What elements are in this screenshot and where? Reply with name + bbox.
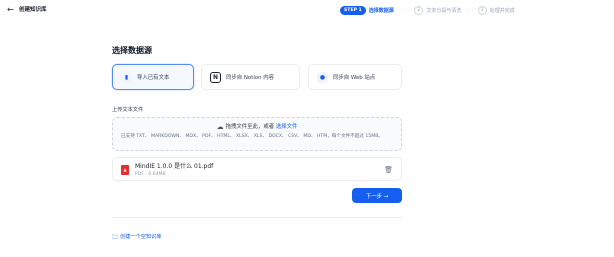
step-3-label: 处理并完成 (489, 7, 515, 14)
notion-icon: N (210, 71, 221, 83)
step-2-number: 2 (414, 5, 424, 15)
cloud-upload-icon: ☁ (216, 123, 224, 131)
step-divider: ···· (465, 7, 474, 13)
file-meta: PDF · 0.64MB (135, 172, 166, 177)
create-empty-knowledge-link[interactable]: 🗀 创建一个空知识库 (112, 233, 162, 242)
step-3-number: 3 (477, 5, 487, 15)
file-name: MindIE 1.0.0 是什么 01.pdf (135, 163, 214, 170)
source-label: 导入已有文本 (137, 75, 170, 81)
select-file-link[interactable]: 选择文件 (276, 124, 298, 130)
page-title: 创建知识库 (19, 7, 47, 13)
source-label: 同步自 Notion 内容 (226, 75, 275, 81)
step-2-label: 文本分段与清洗 (426, 7, 462, 14)
step-1-label: 选择数据源 (368, 7, 394, 14)
source-label: 同步自 Web 站点 (333, 75, 376, 81)
dropzone-prompt: ☁ 拖拽文件至此，或者 选择文件 (113, 123, 401, 131)
supported-formats-hint: 已支持 TXT、 MARKDOWN、 MDX、 PDF、 HTML、 XLSX、… (121, 134, 383, 139)
step-1-badge: STEP 1 (340, 5, 366, 15)
source-import-text[interactable]: ▮ 导入已有文本 (112, 64, 194, 90)
divider (112, 217, 402, 218)
source-notion[interactable]: N 同步自 Notion 内容 (201, 64, 300, 90)
file-dropzone[interactable]: ☁ 拖拽文件至此，或者 选择文件 已支持 TXT、 MARKDOWN、 MDX、 … (112, 117, 402, 151)
arrow-left-icon[interactable]: ← (7, 5, 17, 15)
top-bar: ← 创建知识库 STEP 1 选择数据源 ······ 2 文本分段与清洗 ··… (0, 0, 614, 22)
web-icon: ● (317, 71, 328, 83)
document-icon: ▮ (121, 71, 132, 83)
upload-label: 上传文本文件 (112, 107, 144, 113)
step-indicator: STEP 1 选择数据源 ······ 2 文本分段与清洗 ···· 3 处理并… (340, 5, 515, 15)
uploaded-file-card[interactable]: ▲ MindIE 1.0.0 是什么 01.pdf PDF · 0.64MB 🗑 (112, 157, 402, 181)
next-step-button[interactable]: 下一步 → (352, 188, 402, 203)
source-web[interactable]: ● 同步自 Web 站点 (308, 64, 402, 90)
step-divider: ······ (397, 7, 411, 13)
pdf-icon: ▲ (121, 165, 129, 175)
drop-text: 拖拽文件至此，或者 (225, 124, 275, 130)
create-empty-label: 创建一个空知识库 (120, 234, 162, 240)
section-heading: 选择数据源 (112, 46, 152, 55)
trash-icon[interactable]: 🗑 (384, 165, 393, 175)
folder-icon: 🗀 (112, 233, 119, 241)
